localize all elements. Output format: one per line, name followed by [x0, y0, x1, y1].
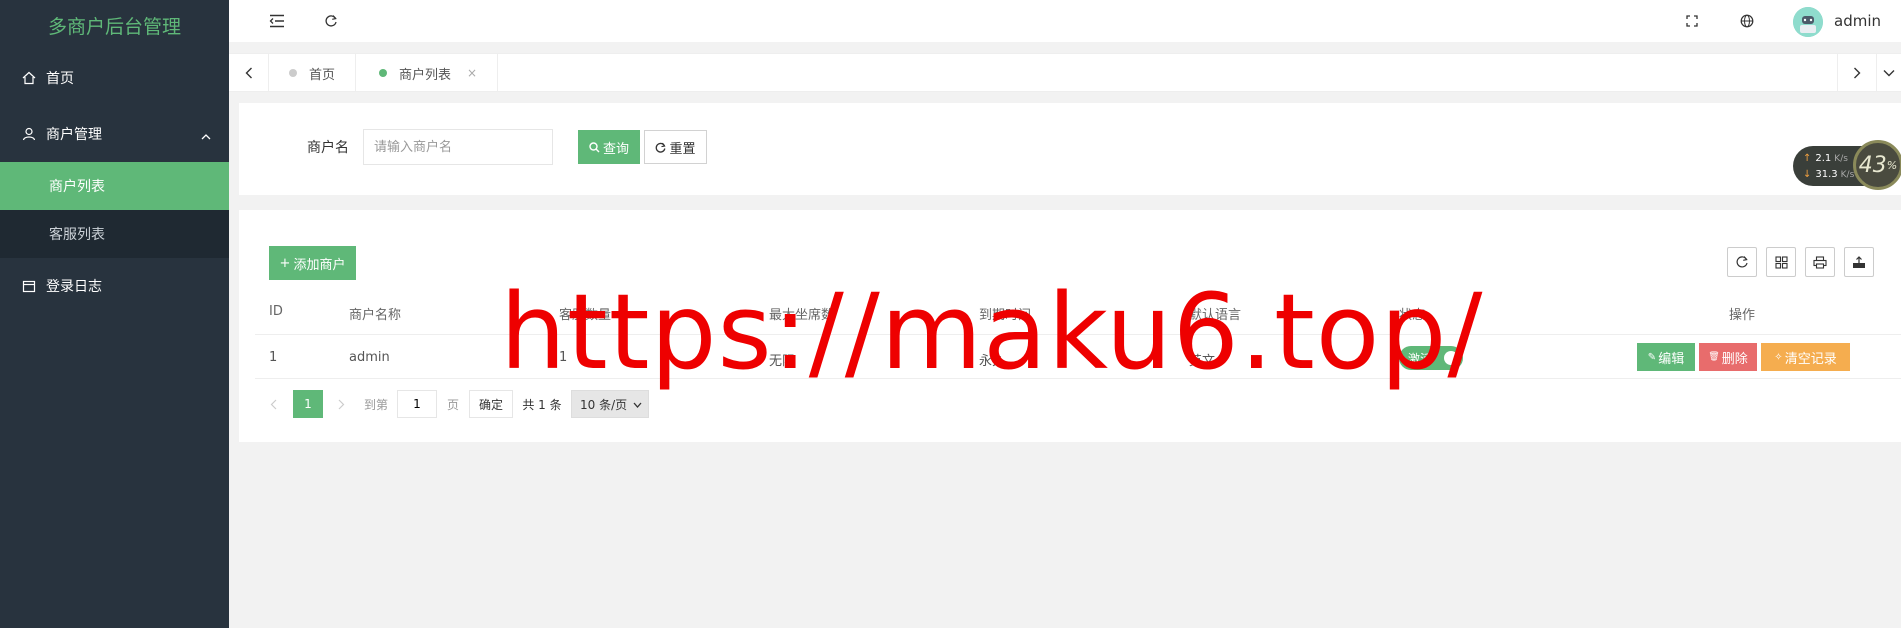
search-icon: [589, 141, 600, 152]
home-icon: [20, 69, 38, 87]
tabs-bar: 首页 商户列表 ×: [229, 53, 1901, 92]
fullscreen-icon[interactable]: [1681, 10, 1703, 32]
sidebar: 多商户后台管理 首页 商户管理 商户列表 客服列表 登录日志: [0, 0, 229, 628]
reset-icon: [656, 142, 667, 153]
calendar-icon: [20, 277, 38, 295]
reset-button-label: 重置: [669, 141, 696, 157]
cpu-percent-sign: %: [1886, 158, 1898, 172]
chevron-down-icon: [633, 402, 642, 408]
merchant-name-input[interactable]: [363, 129, 553, 165]
confirm-page-button[interactable]: 确定: [469, 390, 513, 418]
upload-value: 2.1: [1815, 153, 1832, 164]
grid-icon: [1774, 255, 1788, 269]
chevron-down-icon[interactable]: [1877, 54, 1901, 92]
delete-button[interactable]: 🗑 删除: [1699, 343, 1757, 371]
net-speed-widget: ↑ 2.1 K/s ↓ 31.3 K/s 43%: [1793, 140, 1901, 190]
avatar[interactable]: [1793, 7, 1823, 37]
cpu-percent-value: 43: [1858, 152, 1887, 178]
download-unit: K/s: [1840, 169, 1855, 180]
pencil-icon: ✎: [1647, 351, 1657, 363]
broom-icon: ✧: [1774, 351, 1783, 363]
cell-id: 1: [269, 350, 278, 365]
user-name[interactable]: admin: [1834, 12, 1881, 30]
edit-button-label: 编辑: [1658, 351, 1685, 367]
arrow-down-icon: ↓: [1803, 169, 1812, 180]
nav-item-login-logs[interactable]: 登录日志: [0, 258, 229, 314]
cell-name: admin: [349, 350, 390, 365]
page-size-value: 10 条/页: [580, 397, 628, 412]
upload-unit: K/s: [1834, 153, 1848, 164]
columns-filter-button[interactable]: [1766, 247, 1796, 277]
nav-item-home-label: 首页: [46, 71, 74, 87]
tab-merchant-list[interactable]: 商户列表 ×: [359, 54, 499, 92]
download-value: 31.3: [1815, 169, 1838, 180]
arrow-up-icon: ↑: [1803, 153, 1812, 164]
column-header-name: 商户名称: [349, 308, 402, 323]
reset-button[interactable]: 重置: [644, 130, 707, 164]
goto-suffix: 页: [446, 397, 459, 412]
edit-button[interactable]: ✎ 编辑: [1637, 343, 1695, 371]
tab-home-label: 首页: [309, 67, 336, 83]
download-speed: ↓ 31.3 K/s: [1803, 169, 1854, 180]
clear-records-label: 清空记录: [1784, 351, 1837, 367]
print-icon: [1813, 255, 1827, 269]
sidebar-item-kefu-list[interactable]: 客服列表: [0, 210, 229, 258]
goto-page-input[interactable]: [397, 390, 437, 418]
upload-speed: ↑ 2.1 K/s: [1803, 153, 1848, 164]
table-refresh-button[interactable]: [1727, 247, 1757, 277]
sidebar-item-merchant-list[interactable]: 商户列表: [0, 162, 229, 210]
nav-group-merchant-label: 商户管理: [46, 127, 102, 143]
tab-merchant-list-label: 商户列表: [399, 67, 452, 83]
merchant-name-label: 商户名: [307, 140, 349, 156]
nav-item-login-logs-label: 登录日志: [46, 279, 102, 295]
nav-item-home[interactable]: 首页: [0, 50, 229, 106]
nav-group-merchant[interactable]: 商户管理: [0, 106, 229, 162]
chevron-up-icon: [201, 128, 211, 144]
column-header-actions: 操作: [1729, 308, 1756, 323]
refresh-icon[interactable]: [320, 10, 342, 32]
menu-toggle-icon[interactable]: [266, 10, 288, 32]
watermark-text: https://maku6.top/: [500, 271, 1484, 393]
export-button[interactable]: [1844, 247, 1874, 277]
total-count: 共 1 条: [522, 397, 562, 412]
add-merchant-label: 添加商户: [293, 257, 346, 273]
page-size-select[interactable]: 10 条/页: [571, 390, 649, 418]
refresh-icon: [1736, 256, 1748, 268]
globe-icon[interactable]: [1736, 10, 1758, 32]
query-button[interactable]: 查询: [578, 130, 640, 164]
tab-scroll-left-button[interactable]: [229, 54, 269, 92]
export-icon: [1853, 255, 1865, 268]
clear-records-button[interactable]: ✧ 清空记录: [1761, 343, 1850, 371]
print-button[interactable]: [1805, 247, 1835, 277]
prev-page-icon[interactable]: [263, 390, 283, 418]
tab-dot: [289, 69, 297, 77]
next-page-icon[interactable]: [331, 390, 351, 418]
page-current[interactable]: 1: [293, 390, 323, 418]
delete-button-label: 删除: [1721, 351, 1748, 367]
search-card: 商户名 查询 重置: [239, 103, 1901, 195]
goto-prefix: 到第: [363, 397, 388, 412]
add-merchant-button[interactable]: + 添加商户: [269, 246, 356, 280]
app-logo: 多商户后台管理: [47, 15, 181, 38]
close-icon[interactable]: ×: [467, 66, 477, 80]
nav-submenu: 商户列表 客服列表: [0, 162, 229, 258]
user-icon: [20, 125, 38, 143]
cpu-percent: 43%: [1853, 140, 1901, 190]
query-button-label: 查询: [602, 141, 629, 157]
trash-icon: 🗑: [1708, 352, 1720, 362]
tab-scroll-right-button[interactable]: [1837, 54, 1877, 92]
tab-dot: [379, 69, 387, 77]
plus-icon: +: [279, 255, 291, 271]
top-header: admin: [229, 0, 1901, 42]
column-header-id: ID: [269, 304, 283, 319]
tab-home[interactable]: 首页: [269, 54, 357, 92]
